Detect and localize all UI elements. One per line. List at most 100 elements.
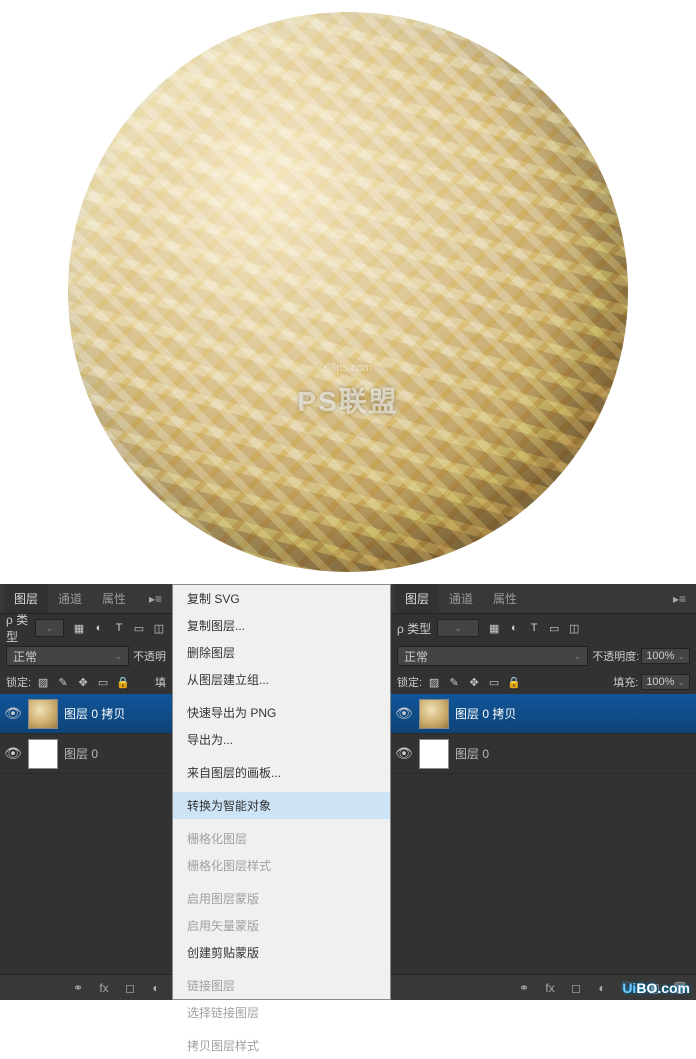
filter-row: ρ 类型 ⌄ ▦ ◐ T ▭ ◫ [391,614,696,642]
blend-mode-value: 正常 [404,648,428,665]
panel-footer: ⚭ fx ◻ ◐ [0,974,172,1000]
link-layers-icon[interactable]: ⚭ [516,980,532,996]
filter-icons: ▦ ◐ T ▭ ◫ [72,621,166,635]
fill-value: 100% [646,676,674,688]
layer-row[interactable]: 👁 图层 0 [0,734,172,774]
lock-position-icon[interactable]: ✥ [467,675,481,689]
layer-name: 图层 0 拷贝 [455,705,516,722]
blend-mode-dropdown[interactable]: 正常⌄ [6,646,129,666]
lock-paint-icon[interactable]: ✎ [56,675,70,689]
lock-label: 锁定: [6,674,31,690]
layers-panel-left: 图层 通道 属性 ▸≡ ρ 类型 ⌄ ▦ ◐ T ▭ ◫ 正常⌄ 不透明 锁定:… [0,584,172,1000]
filter-label: ρ 类型 [397,620,431,637]
filter-icons: ▦ ◐ T ▭ ◫ [487,621,581,635]
layer-row[interactable]: 👁 图层 0 [391,734,696,774]
menu-item: 栅格化图层 [173,825,390,852]
menu-item: 启用矢量蒙版 [173,912,390,939]
menu-item: 启用图层蒙版 [173,885,390,912]
layer-style-icon[interactable]: fx [96,980,112,996]
visibility-icon[interactable]: 👁 [4,745,22,762]
fill-label-short: 填 [155,674,166,690]
blend-mode-dropdown[interactable]: 正常⌄ [397,646,588,666]
menu-item[interactable]: 复制 SVG [173,585,390,612]
adjustment-layer-icon[interactable]: ◐ [594,980,610,996]
lock-all-icon[interactable]: 🔒 [507,675,521,689]
filter-text-icon[interactable]: T [527,621,541,635]
menu-item[interactable]: 复制图层... [173,612,390,639]
layer-row[interactable]: 👁 图层 0 拷贝 [391,694,696,734]
fill-label: 填充: [613,674,638,690]
filter-type-dropdown[interactable]: ⌄ [35,619,64,637]
visibility-icon[interactable]: 👁 [395,745,413,762]
gold-mosaic-sphere [68,12,628,572]
layer-thumbnail[interactable] [28,739,58,769]
lock-transparency-icon[interactable]: ▨ [427,675,441,689]
lock-transparency-icon[interactable]: ▨ [36,675,50,689]
filter-text-icon[interactable]: T [112,621,126,635]
lock-artboard-icon[interactable]: ▭ [96,675,110,689]
filter-shape-icon[interactable]: ▭ [547,621,561,635]
menu-item[interactable]: 快速导出为 PNG [173,699,390,726]
menu-item[interactable]: 从图层建立组... [173,666,390,693]
menu-item: 拷贝图层样式 [173,1032,390,1059]
layers-list: 👁 图层 0 拷贝 👁 图层 0 [0,694,172,974]
layer-mask-icon[interactable]: ◻ [568,980,584,996]
lock-position-icon[interactable]: ✥ [76,675,90,689]
tab-layers[interactable]: 图层 [395,584,439,613]
adjustment-layer-icon[interactable]: ◐ [148,980,164,996]
watermark-url: 68ps.com [324,362,372,374]
panel-menu-icon[interactable]: ▸≡ [143,592,168,606]
tab-channels[interactable]: 通道 [439,584,483,613]
panel-tabs: 图层 通道 属性 ▸≡ [0,584,172,614]
tab-properties[interactable]: 属性 [483,584,527,613]
menu-item: 栅格化图层样式 [173,852,390,879]
link-layers-icon[interactable]: ⚭ [70,980,86,996]
menu-item[interactable]: 导出为... [173,726,390,753]
lock-label: 锁定: [397,674,422,690]
site-watermark: UiBO.com [622,980,690,996]
layer-thumbnail[interactable] [419,699,449,729]
menu-item: 链接图层 [173,972,390,999]
filter-adjustment-icon[interactable]: ◐ [507,621,521,635]
opacity-value-input[interactable]: 100%⌄ [641,648,690,664]
layer-thumbnail[interactable] [419,739,449,769]
panel-tabs: 图层 通道 属性 ▸≡ [391,584,696,614]
filter-smart-icon[interactable]: ◫ [567,621,581,635]
visibility-icon[interactable]: 👁 [395,705,413,722]
lock-paint-icon[interactable]: ✎ [447,675,461,689]
layers-list: 👁 图层 0 拷贝 👁 图层 0 [391,694,696,974]
tab-channels[interactable]: 通道 [48,584,92,613]
blend-mode-row: 正常⌄ 不透明 [0,642,172,670]
lock-row: 锁定: ▨ ✎ ✥ ▭ 🔒 填 [0,670,172,694]
panel-menu-icon[interactable]: ▸≡ [667,592,692,606]
visibility-icon[interactable]: 👁 [4,705,22,722]
tab-properties[interactable]: 属性 [92,584,136,613]
fill-value-input[interactable]: 100%⌄ [641,674,690,690]
layer-style-icon[interactable]: fx [542,980,558,996]
menu-item[interactable]: 转换为智能对象 [173,792,390,819]
opacity-control: 不透明度: 100%⌄ [592,648,690,664]
blend-mode-row: 正常⌄ 不透明度: 100%⌄ [391,642,696,670]
menu-item[interactable]: 删除图层 [173,639,390,666]
filter-type-dropdown[interactable]: ⌄ [437,619,479,637]
tab-layers[interactable]: 图层 [4,584,48,613]
opacity-label: 不透明 [133,648,166,664]
opacity-label-full: 不透明度: [592,648,639,664]
filter-row: ρ 类型 ⌄ ▦ ◐ T ▭ ◫ [0,614,172,642]
layer-row[interactable]: 👁 图层 0 拷贝 [0,694,172,734]
watermark-text: PS联盟 [297,380,398,420]
filter-smart-icon[interactable]: ◫ [152,621,166,635]
lock-all-icon[interactable]: 🔒 [116,675,130,689]
layer-thumbnail[interactable] [28,699,58,729]
layer-mask-icon[interactable]: ◻ [122,980,138,996]
menu-item[interactable]: 创建剪贴蒙版 [173,939,390,966]
layers-panel-right: 图层 通道 属性 ▸≡ ρ 类型 ⌄ ▦ ◐ T ▭ ◫ 正常⌄ 不透明度: 1… [391,584,696,1000]
menu-item[interactable]: 来自图层的画板... [173,759,390,786]
layer-name: 图层 0 拷贝 [64,705,125,722]
filter-adjustment-icon[interactable]: ◐ [92,621,106,635]
lock-artboard-icon[interactable]: ▭ [487,675,501,689]
filter-pixel-icon[interactable]: ▦ [72,621,86,635]
filter-shape-icon[interactable]: ▭ [132,621,146,635]
layer-context-menu: 复制 SVG复制图层...删除图层从图层建立组... 快速导出为 PNG导出为..… [172,584,391,1000]
filter-pixel-icon[interactable]: ▦ [487,621,501,635]
